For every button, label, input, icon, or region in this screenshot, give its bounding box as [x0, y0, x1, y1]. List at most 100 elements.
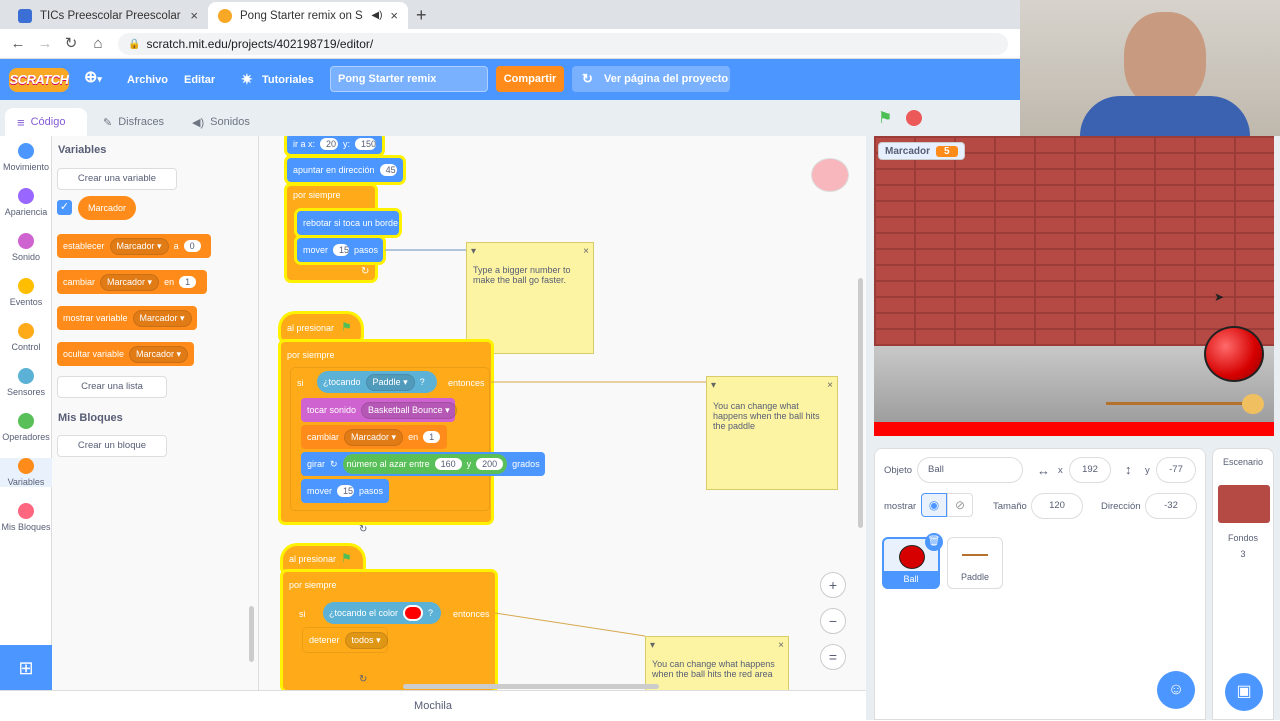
add-extension-button[interactable]: ⊞: [0, 645, 52, 691]
delete-sprite-icon[interactable]: 🗑: [925, 533, 943, 551]
direction-input[interactable]: -32: [1145, 493, 1197, 519]
close-tab-icon[interactable]: ×: [390, 8, 398, 23]
change-label: cambiar: [63, 277, 96, 287]
variable-monitor[interactable]: Marcador 5: [878, 142, 965, 160]
url-field[interactable]: 🔒 scratch.mit.edu/projects/402198719/edi…: [118, 33, 1008, 55]
tab-costumes[interactable]: ✎ Disfraces: [91, 108, 176, 136]
browser-tab[interactable]: TICs Preescolar Preescolar (V) ×: [8, 2, 208, 29]
change-variable-block[interactable]: cambiar Marcador ▾ en 1: [57, 270, 207, 294]
add-backdrop-button[interactable]: ▣: [1225, 673, 1263, 711]
hide-eye-icon[interactable]: ⊘: [947, 493, 973, 517]
forward-icon[interactable]: →: [36, 35, 54, 53]
audio-icon[interactable]: ◀): [371, 10, 382, 21]
script-area[interactable]: ir a x: 20 y: 150 apuntar en dirección 4…: [259, 136, 866, 690]
variable-dropdown[interactable]: Marcador ▾: [100, 273, 160, 291]
sprite-label: Objeto: [884, 465, 912, 476]
menu-file[interactable]: Archivo: [127, 69, 168, 91]
category-label: Sensores: [6, 387, 46, 397]
category-label: Variables: [7, 477, 45, 487]
sprite-tile-paddle[interactable]: Paddle: [947, 537, 1003, 589]
category-label: Operadores: [2, 432, 50, 442]
create-variable-button[interactable]: Crear una variable: [57, 168, 177, 190]
webcam-overlay: [1020, 0, 1280, 136]
menu-tutorials[interactable]: Tutoriales: [262, 69, 314, 91]
category-8[interactable]: Mis Bloques: [0, 503, 52, 532]
category-1[interactable]: Apariencia: [0, 188, 52, 217]
see-project-page-button[interactable]: ↻ Ver página del proyecto: [572, 66, 730, 92]
category-3[interactable]: Eventos: [0, 278, 52, 307]
scratch-logo[interactable]: SCRATCH: [9, 68, 69, 92]
category-6[interactable]: Operadores: [0, 413, 52, 442]
hide-variable-block[interactable]: ocultar variable Marcador ▾: [57, 342, 194, 366]
reload-icon[interactable]: ↻: [62, 35, 80, 53]
green-flag-button[interactable]: ⚑: [878, 108, 892, 128]
paddle-sprite[interactable]: [1106, 402, 1256, 405]
browser-tab-strip: TICs Preescolar Preescolar (V) × Pong St…: [0, 0, 1020, 29]
lock-icon: 🔒: [128, 38, 141, 50]
hide-label: ocultar variable: [63, 349, 125, 359]
variable-reporter-block[interactable]: Marcador: [78, 196, 137, 220]
x-input[interactable]: 192: [1069, 457, 1111, 483]
vertical-scrollbar[interactable]: [858, 278, 863, 528]
category-4[interactable]: Control: [0, 323, 52, 352]
size-input[interactable]: 120: [1031, 493, 1083, 519]
language-globe-icon[interactable]: ⊕▾: [84, 67, 102, 89]
zoom-out-icon[interactable]: −: [820, 608, 846, 634]
sprite-pane: Objeto Ball ↔ x 192 ↕ y -77 mostrar ◉ ⊘ …: [874, 448, 1206, 720]
mouse-cursor-icon: ➤: [1214, 290, 1225, 304]
y-label: y: [1145, 465, 1150, 476]
variable-dropdown[interactable]: Marcador ▾: [109, 237, 169, 255]
new-tab-button[interactable]: +: [416, 5, 427, 26]
category-label: Mis Bloques: [1, 522, 51, 532]
category-dot-icon: [18, 143, 34, 159]
project-title-input[interactable]: Pong Starter remix: [330, 66, 488, 92]
stage[interactable]: Marcador 5 ➤: [874, 136, 1274, 436]
backpack-bar[interactable]: Mochila: [0, 690, 866, 720]
change-value-input[interactable]: 1: [179, 276, 197, 288]
address-bar: ← → ↻ ⌂ 🔒 scratch.mit.edu/projects/40219…: [0, 29, 1020, 59]
backdrops-count: 3: [1240, 549, 1246, 559]
add-sprite-button[interactable]: ☺: [1157, 671, 1195, 709]
sprite-name-input[interactable]: Ball: [917, 457, 1023, 483]
back-icon[interactable]: ←: [9, 35, 27, 53]
create-block-button[interactable]: Crear un bloque: [57, 435, 167, 457]
category-label: Eventos: [9, 297, 43, 307]
variable-checkbox[interactable]: ✓: [57, 200, 72, 215]
tutorials-icon: ✷: [241, 71, 253, 87]
category-2[interactable]: Sonido: [0, 233, 52, 262]
zoom-reset-icon[interactable]: =: [820, 644, 846, 670]
show-eye-icon[interactable]: ◉: [921, 493, 947, 517]
show-variable-block[interactable]: mostrar variable Marcador ▾: [57, 306, 197, 330]
brush-icon: ✎: [103, 116, 113, 129]
browser-tab-active[interactable]: Pong Starter remix on Scratch ◀) ×: [208, 2, 408, 29]
stop-button[interactable]: [906, 110, 922, 126]
project-page-icon: ↻: [582, 71, 593, 86]
category-0[interactable]: Movimiento: [0, 143, 52, 172]
close-tab-icon[interactable]: ×: [190, 8, 198, 23]
variable-dropdown[interactable]: Marcador ▾: [129, 345, 189, 363]
zoom-in-icon[interactable]: +: [820, 572, 846, 598]
create-list-button[interactable]: Crear una lista: [57, 376, 167, 398]
set-value-input[interactable]: 0: [183, 240, 201, 252]
ball-sprite[interactable]: [1204, 326, 1264, 382]
set-variable-block[interactable]: establecer Marcador ▾ a 0: [57, 234, 211, 258]
y-input[interactable]: -77: [1156, 457, 1196, 483]
show-label: mostrar: [884, 501, 917, 512]
variable-dropdown[interactable]: Marcador ▾: [132, 309, 192, 327]
category-5[interactable]: Sensores: [0, 368, 52, 397]
see-project-page-label: Ver página del proyecto: [604, 73, 729, 85]
stage-thumbnail[interactable]: [1218, 485, 1270, 523]
share-button[interactable]: Compartir: [496, 66, 564, 92]
home-icon[interactable]: ⌂: [89, 35, 107, 53]
tab-sounds[interactable]: ◀) Sonidos: [180, 108, 260, 136]
palette-scrollbar[interactable]: [249, 606, 254, 662]
monitor-value: 5: [936, 145, 958, 157]
category-dot-icon: [18, 458, 34, 474]
by-label: en: [164, 277, 175, 287]
horizontal-scrollbar[interactable]: [403, 684, 659, 689]
category-7[interactable]: Variables: [0, 458, 52, 487]
menu-edit[interactable]: Editar: [184, 69, 215, 91]
category-dot-icon: [18, 278, 34, 294]
set-label: establecer: [63, 241, 105, 251]
tab-code[interactable]: ≡ Código: [5, 108, 87, 136]
